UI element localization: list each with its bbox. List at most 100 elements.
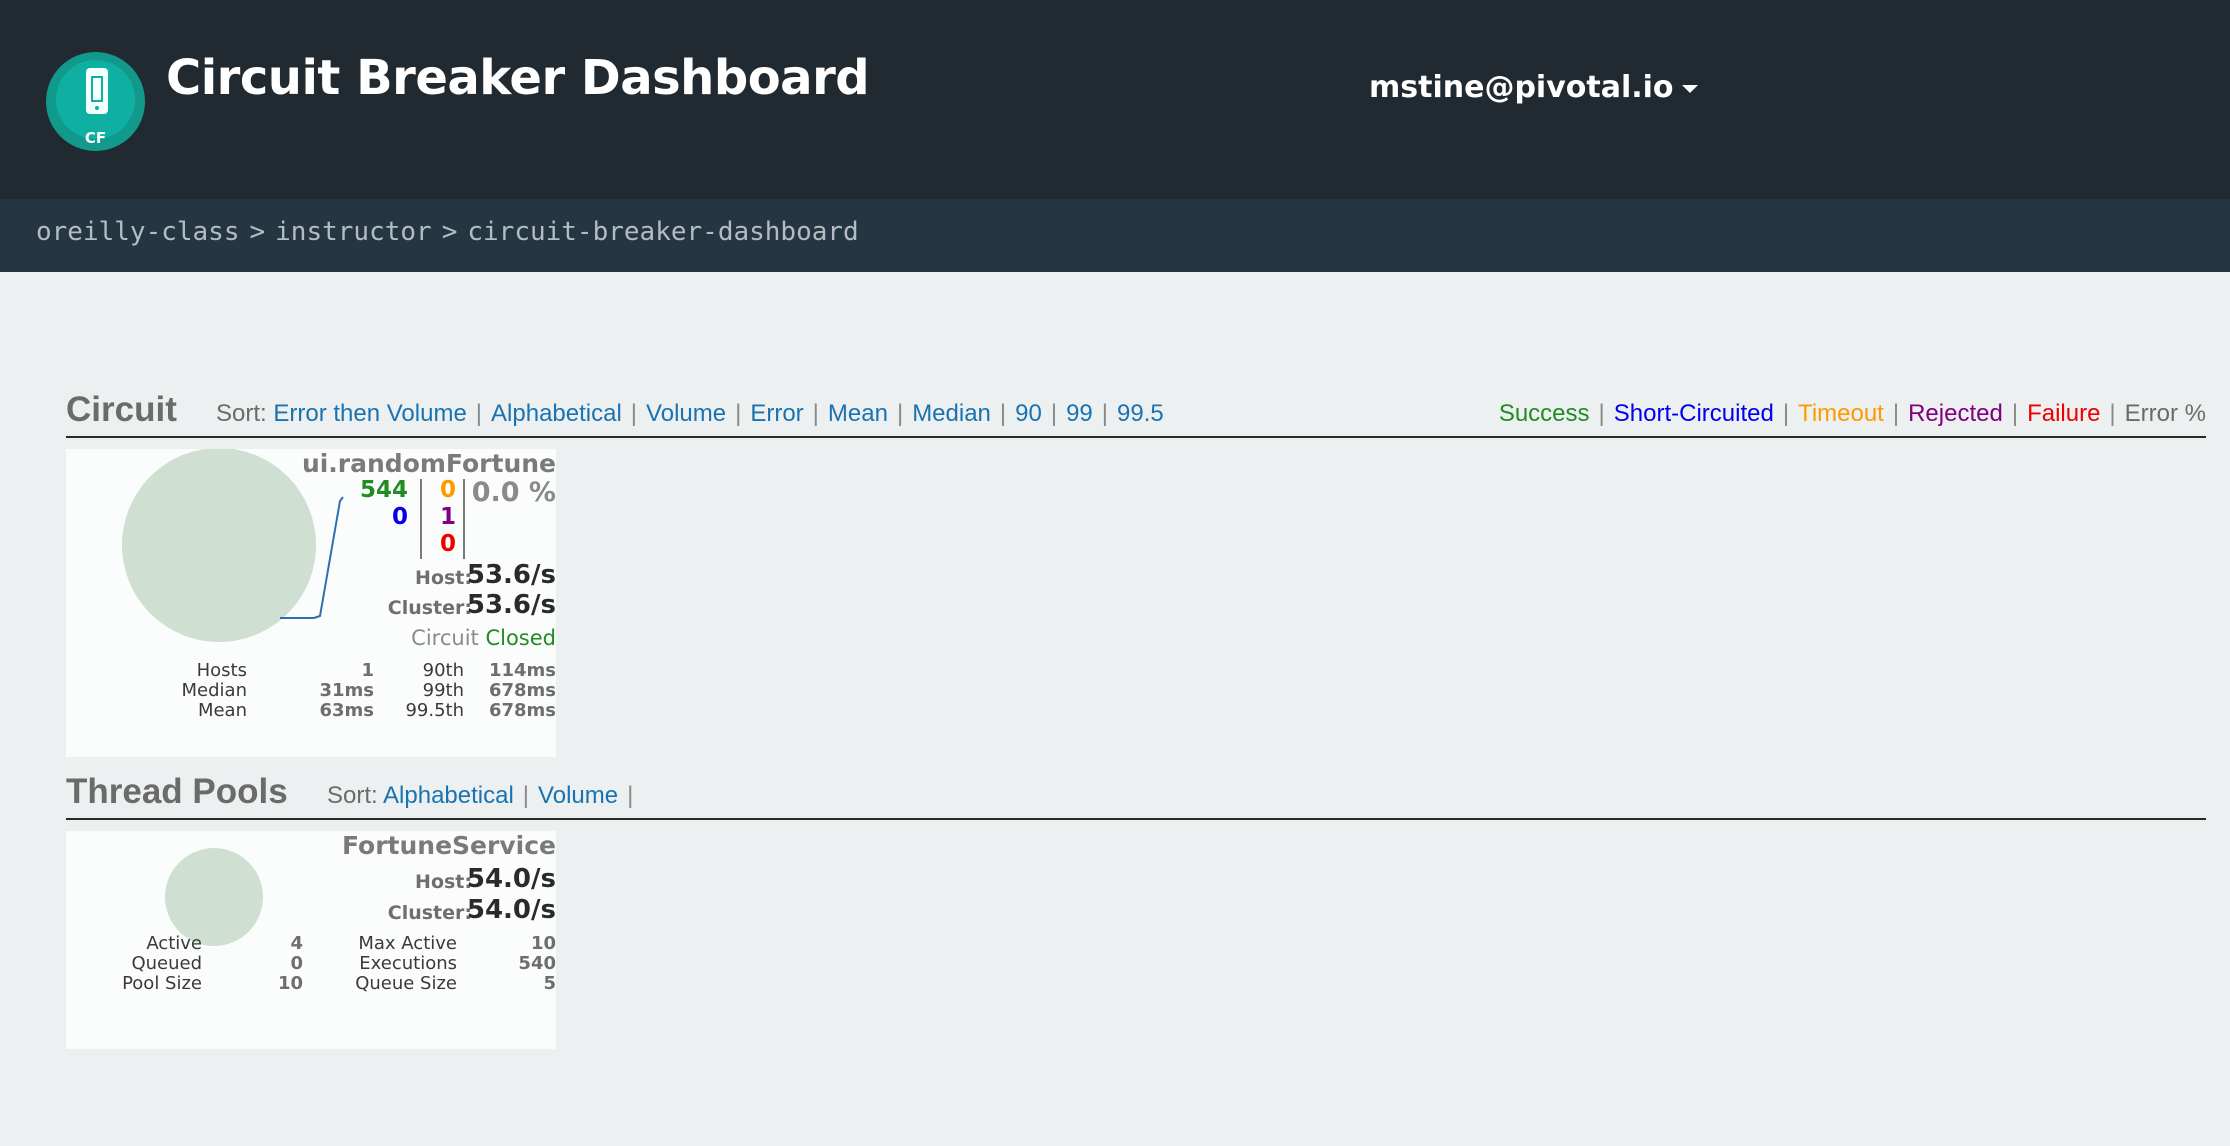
p90-value: 114ms	[488, 660, 556, 681]
breadcrumb: oreilly-class > instructor > circuit-breaker…	[36, 199, 859, 272]
divider: |	[2109, 400, 2116, 427]
top-header: CF Circuit Breaker Dashboard mstine@pivo…	[0, 0, 2230, 199]
breadcrumb-org[interactable]: oreilly-class	[36, 217, 240, 247]
circuit-status-label: Circuit	[411, 626, 479, 650]
breadcrumb-service: circuit-breaker-dashboard	[467, 217, 859, 247]
queued-value: 0	[290, 953, 303, 974]
app-title: Circuit Breaker Dashboard	[166, 50, 870, 106]
pool-size-label: Pool Size	[122, 973, 202, 994]
circuit-name: ui.randomFortune	[301, 449, 556, 478]
counts-divider	[420, 479, 422, 559]
circuit-section-header: Circuit Sort: Error then Volume | Alphabet…	[66, 380, 2206, 438]
circuit-card: ui.randomFortune 544 0 0 1 0 0.0 % Host:…	[66, 449, 556, 757]
counts-divider	[463, 479, 465, 559]
threadpool-section-title: Thread Pools	[66, 772, 288, 811]
divider: |	[735, 400, 742, 427]
median-value: 31ms	[319, 680, 374, 701]
circuit-status-value: Closed	[485, 626, 556, 650]
divider: |	[1050, 400, 1058, 427]
queue-size-value: 5	[543, 973, 556, 994]
breadcrumb-bar: oreilly-class > instructor > circuit-breaker…	[0, 199, 2230, 272]
rejected-count: 1	[439, 504, 456, 530]
threadpool-section-header: Thread Pools Sort: Alphabetical | Volume |	[66, 762, 2206, 820]
circuit-status: Circuit Closed	[411, 626, 556, 650]
short-circuited-count: 0	[391, 504, 408, 530]
caret-down-icon[interactable]	[1681, 84, 1698, 93]
sort-volume[interactable]: Volume	[538, 782, 618, 809]
cluster-rate-label: Cluster:	[387, 902, 472, 924]
divider: |	[1892, 400, 1900, 427]
legend-success: Success	[1498, 400, 1590, 427]
divider: |	[1101, 400, 1109, 427]
sort-99-5[interactable]: 99.5	[1117, 400, 1164, 427]
threadpool-card: FortuneService Host: 54.0/s Cluster: 54.…	[66, 831, 556, 1049]
p995-value: 678ms	[488, 700, 556, 721]
failure-count: 0	[439, 531, 456, 557]
phone-icon	[86, 68, 108, 114]
sort-error-then-volume[interactable]: Error then Volume	[273, 400, 466, 427]
p995-label: 99.5th	[405, 700, 464, 721]
error-percentage: 0.0 %	[471, 477, 556, 508]
sort-99[interactable]: 99	[1066, 400, 1093, 427]
p99-label: 99th	[422, 680, 464, 701]
max-active-label: Max Active	[358, 933, 457, 954]
divider: |	[522, 782, 530, 809]
sort-mean[interactable]: Mean	[828, 400, 888, 427]
hosts-value: 1	[361, 660, 374, 681]
executions-label: Executions	[359, 953, 457, 974]
sort-90[interactable]: 90	[1015, 400, 1042, 427]
median-label: Median	[181, 680, 247, 701]
legend-rejected: Rejected	[1908, 400, 2003, 427]
p90-label: 90th	[422, 660, 464, 681]
circuit-sort-bar: Sort: Error then Volume | Alphabetical | Vol…	[216, 400, 1164, 428]
divider: |	[475, 400, 483, 427]
divider: |	[896, 400, 904, 427]
circuit-section-title: Circuit	[66, 390, 177, 429]
mean-value: 63ms	[319, 700, 374, 721]
cluster-rate-label: Cluster:	[387, 597, 472, 619]
sort-label: Sort:	[216, 400, 267, 427]
mean-label: Mean	[197, 700, 247, 721]
active-label: Active	[146, 933, 202, 954]
chevron-right-icon: >	[249, 217, 266, 247]
legend-error-percent: Error %	[2124, 400, 2206, 427]
logo-text: CF	[84, 129, 107, 147]
p99-value: 678ms	[488, 680, 556, 701]
pool-size-value: 10	[277, 973, 303, 994]
active-value: 4	[290, 933, 303, 954]
circuit-legend: Success | Short-Circuited | Timeout | Rejected…	[1499, 400, 2206, 428]
sort-alphabetical[interactable]: Alphabetical	[491, 400, 622, 427]
sort-median[interactable]: Median	[912, 400, 991, 427]
divider: |	[630, 400, 638, 427]
executions-value: 540	[518, 953, 556, 974]
threadpool-health-circle	[165, 848, 263, 946]
hosts-label: Hosts	[196, 660, 247, 681]
host-rate-label: Host:	[415, 871, 472, 893]
legend-short-circuited: Short-Circuited	[1613, 400, 1774, 427]
user-email[interactable]: mstine@pivotal.io	[1369, 70, 1674, 105]
queued-label: Queued	[131, 953, 202, 974]
cluster-rate: 54.0/s	[466, 895, 556, 925]
queue-size-label: Queue Size	[355, 973, 457, 994]
cloud-foundry-logo: CF	[46, 52, 145, 151]
sort-alphabetical[interactable]: Alphabetical	[383, 782, 514, 809]
legend-failure: Failure	[2027, 400, 2101, 427]
breadcrumb-space[interactable]: instructor	[275, 217, 432, 247]
user-menu[interactable]: mstine@pivotal.io	[1369, 70, 1698, 105]
divider: |	[1598, 400, 1605, 427]
legend-timeout: Timeout	[1798, 400, 1884, 427]
success-count: 544	[359, 477, 408, 503]
cluster-rate: 53.6/s	[466, 590, 556, 620]
sort-error[interactable]: Error	[750, 400, 803, 427]
divider: |	[812, 400, 819, 427]
sort-volume[interactable]: Volume	[646, 400, 726, 427]
max-active-value: 10	[530, 933, 556, 954]
threadpool-sort-bar: Sort: Alphabetical | Volume |	[327, 782, 642, 810]
timeout-count: 0	[439, 477, 456, 503]
divider: |	[1782, 400, 1790, 427]
host-rate: 54.0/s	[466, 864, 556, 894]
host-rate-label: Host:	[415, 567, 472, 589]
divider: |	[2011, 400, 2019, 427]
divider: |	[627, 782, 634, 809]
volume-health-circle	[122, 449, 316, 642]
